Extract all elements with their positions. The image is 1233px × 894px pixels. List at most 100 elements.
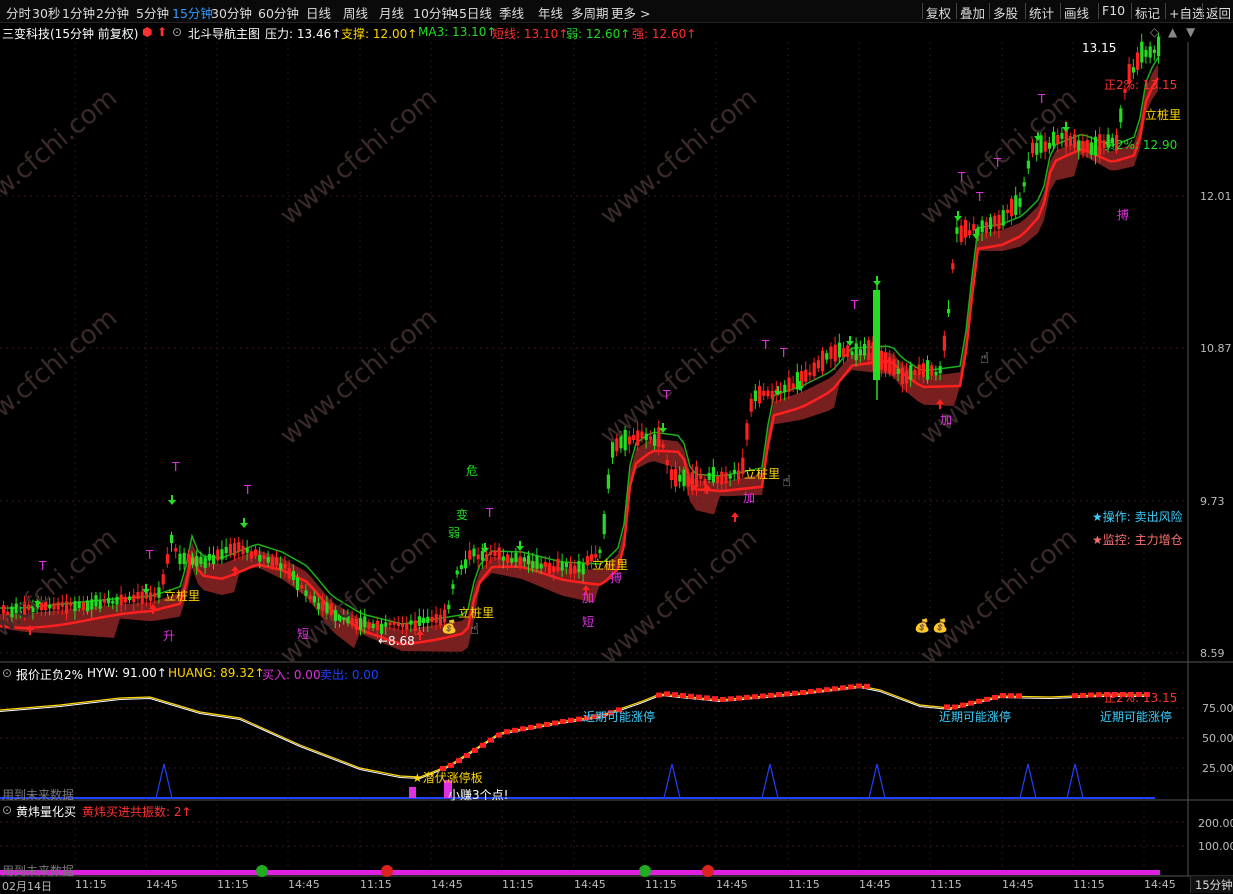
hyw-value: HYW: 91.00↑ bbox=[87, 666, 167, 680]
candle-body bbox=[514, 552, 518, 562]
t-mark: T bbox=[958, 170, 966, 184]
period-16[interactable]: 更多 > bbox=[611, 3, 650, 22]
candle-body bbox=[833, 344, 837, 362]
chart-canvas[interactable]: www.cfchi.com www.cfchi.com www.cfchi.com w… bbox=[0, 0, 1233, 893]
mid-panel-title[interactable]: 报价正负2% bbox=[16, 666, 83, 683]
low-collapse-icon[interactable]: ⊙ bbox=[2, 803, 12, 817]
up-arrow-icon[interactable]: ⬆ bbox=[157, 25, 167, 39]
hyw-mark bbox=[520, 726, 526, 732]
t-mark: T bbox=[39, 559, 47, 573]
diamond-icon[interactable]: ◇ bbox=[1150, 25, 1159, 39]
period-15[interactable]: 多周期 bbox=[571, 3, 609, 22]
period-4[interactable]: 5分钟 bbox=[136, 3, 169, 22]
period-12[interactable]: 45日线 bbox=[451, 3, 492, 22]
candle-body bbox=[657, 427, 661, 448]
tool-7[interactable]: +自选 bbox=[1169, 3, 1204, 22]
hyw-mark bbox=[576, 716, 582, 722]
candle-body bbox=[396, 621, 400, 627]
tool-8[interactable]: 返回 bbox=[1206, 3, 1231, 22]
stock-title[interactable]: 三变科技(15分钟 前复权) bbox=[2, 25, 138, 42]
mid-collapse-icon[interactable]: ⊙ bbox=[2, 666, 12, 680]
candle-body bbox=[224, 547, 228, 554]
hyw-mark bbox=[744, 694, 750, 700]
candle-body bbox=[522, 557, 526, 562]
candle-body bbox=[426, 616, 430, 623]
candle-body bbox=[191, 557, 195, 565]
hyw-mark bbox=[824, 687, 830, 693]
down-caret-icon[interactable]: ▼ bbox=[1186, 25, 1195, 39]
tool-3[interactable]: 统计 bbox=[1029, 3, 1054, 22]
period-0[interactable]: 分时 bbox=[6, 3, 31, 22]
candle-body bbox=[1022, 182, 1026, 187]
tool-0[interactable]: 复权 bbox=[926, 3, 951, 22]
tool-1[interactable]: 叠加 bbox=[960, 3, 985, 22]
tool-6[interactable]: 标记 bbox=[1135, 3, 1160, 22]
candle-body bbox=[77, 601, 81, 609]
up-caret-icon[interactable]: ▲ bbox=[1168, 25, 1177, 39]
collapse-icon[interactable]: ⊙ bbox=[172, 25, 182, 39]
period-10[interactable]: 月线 bbox=[379, 3, 404, 22]
candle-body bbox=[220, 549, 224, 560]
candle-body bbox=[472, 548, 476, 557]
candle-body bbox=[136, 591, 140, 600]
candle-body bbox=[665, 460, 669, 466]
period-9[interactable]: 周线 bbox=[343, 3, 368, 22]
candle-body bbox=[287, 568, 291, 579]
candle-body bbox=[955, 227, 959, 234]
period-6[interactable]: 30分钟 bbox=[211, 3, 252, 22]
period-14[interactable]: 年线 bbox=[538, 3, 563, 22]
period-7[interactable]: 60分钟 bbox=[258, 3, 299, 22]
period-corner[interactable]: 15分钟 bbox=[1190, 876, 1233, 893]
period-5[interactable]: 15分钟 bbox=[172, 3, 213, 22]
candle-body bbox=[900, 367, 904, 385]
candle-body bbox=[1001, 210, 1005, 226]
period-3[interactable]: 2分钟 bbox=[96, 3, 129, 22]
candle-body bbox=[241, 546, 245, 555]
candle-body bbox=[199, 556, 203, 564]
hyw-mark bbox=[792, 690, 798, 696]
near-limit-label: 近期可能涨停 bbox=[1100, 710, 1173, 724]
candle-body bbox=[980, 220, 984, 233]
watermark-text: www.cfchi.com bbox=[0, 83, 123, 231]
high-price-label: 13.15 bbox=[1082, 41, 1117, 55]
short-line bbox=[0, 57, 1159, 625]
candle-body bbox=[963, 219, 967, 238]
watermark-text: www.cfchi.com bbox=[595, 523, 764, 671]
candle-body bbox=[951, 263, 955, 270]
tool-4[interactable]: 画线 bbox=[1064, 3, 1089, 22]
candle-body bbox=[405, 623, 409, 630]
time-tick: 11:15 bbox=[645, 878, 677, 891]
low-panel-title[interactable]: 黄炜量化买 bbox=[16, 803, 76, 820]
candle-body bbox=[821, 350, 825, 372]
indicator-name[interactable]: 北斗导航主图 bbox=[188, 25, 260, 42]
candle-body bbox=[942, 335, 946, 351]
candle-body bbox=[98, 600, 102, 609]
period-1[interactable]: 30秒 bbox=[32, 3, 60, 22]
candle-body bbox=[598, 549, 602, 553]
period-8[interactable]: 日线 bbox=[306, 3, 331, 22]
candle-body bbox=[938, 365, 942, 374]
support-value: 支撑: 12.00↑ bbox=[341, 27, 418, 41]
watermark-text: www.cfchi.com bbox=[595, 83, 764, 231]
indicator-toggle-icon[interactable]: ⬢ bbox=[142, 25, 152, 39]
hyw-mark bbox=[656, 692, 662, 698]
tool-2[interactable]: 多股 bbox=[993, 3, 1018, 22]
candle-body bbox=[283, 563, 287, 569]
price-tick: 10.87 bbox=[1200, 342, 1232, 355]
hyw-mark bbox=[976, 698, 982, 704]
candle-body bbox=[1144, 50, 1148, 57]
candle-body bbox=[1073, 134, 1077, 148]
candle-body bbox=[745, 423, 749, 440]
period-13[interactable]: 季线 bbox=[499, 3, 524, 22]
candle-body bbox=[128, 596, 132, 601]
candle-body bbox=[837, 342, 841, 358]
candle-body bbox=[560, 561, 564, 571]
period-11[interactable]: 10分钟 bbox=[413, 3, 454, 22]
sell-signal bbox=[1066, 763, 1084, 799]
sheng-mark: 升 bbox=[163, 629, 176, 643]
candle-body bbox=[170, 534, 174, 544]
mid-axis-tick: 25.00 bbox=[1202, 762, 1233, 775]
period-2[interactable]: 1分钟 bbox=[62, 3, 95, 22]
tool-5[interactable]: F10 bbox=[1102, 3, 1125, 18]
candle-body bbox=[447, 604, 451, 610]
